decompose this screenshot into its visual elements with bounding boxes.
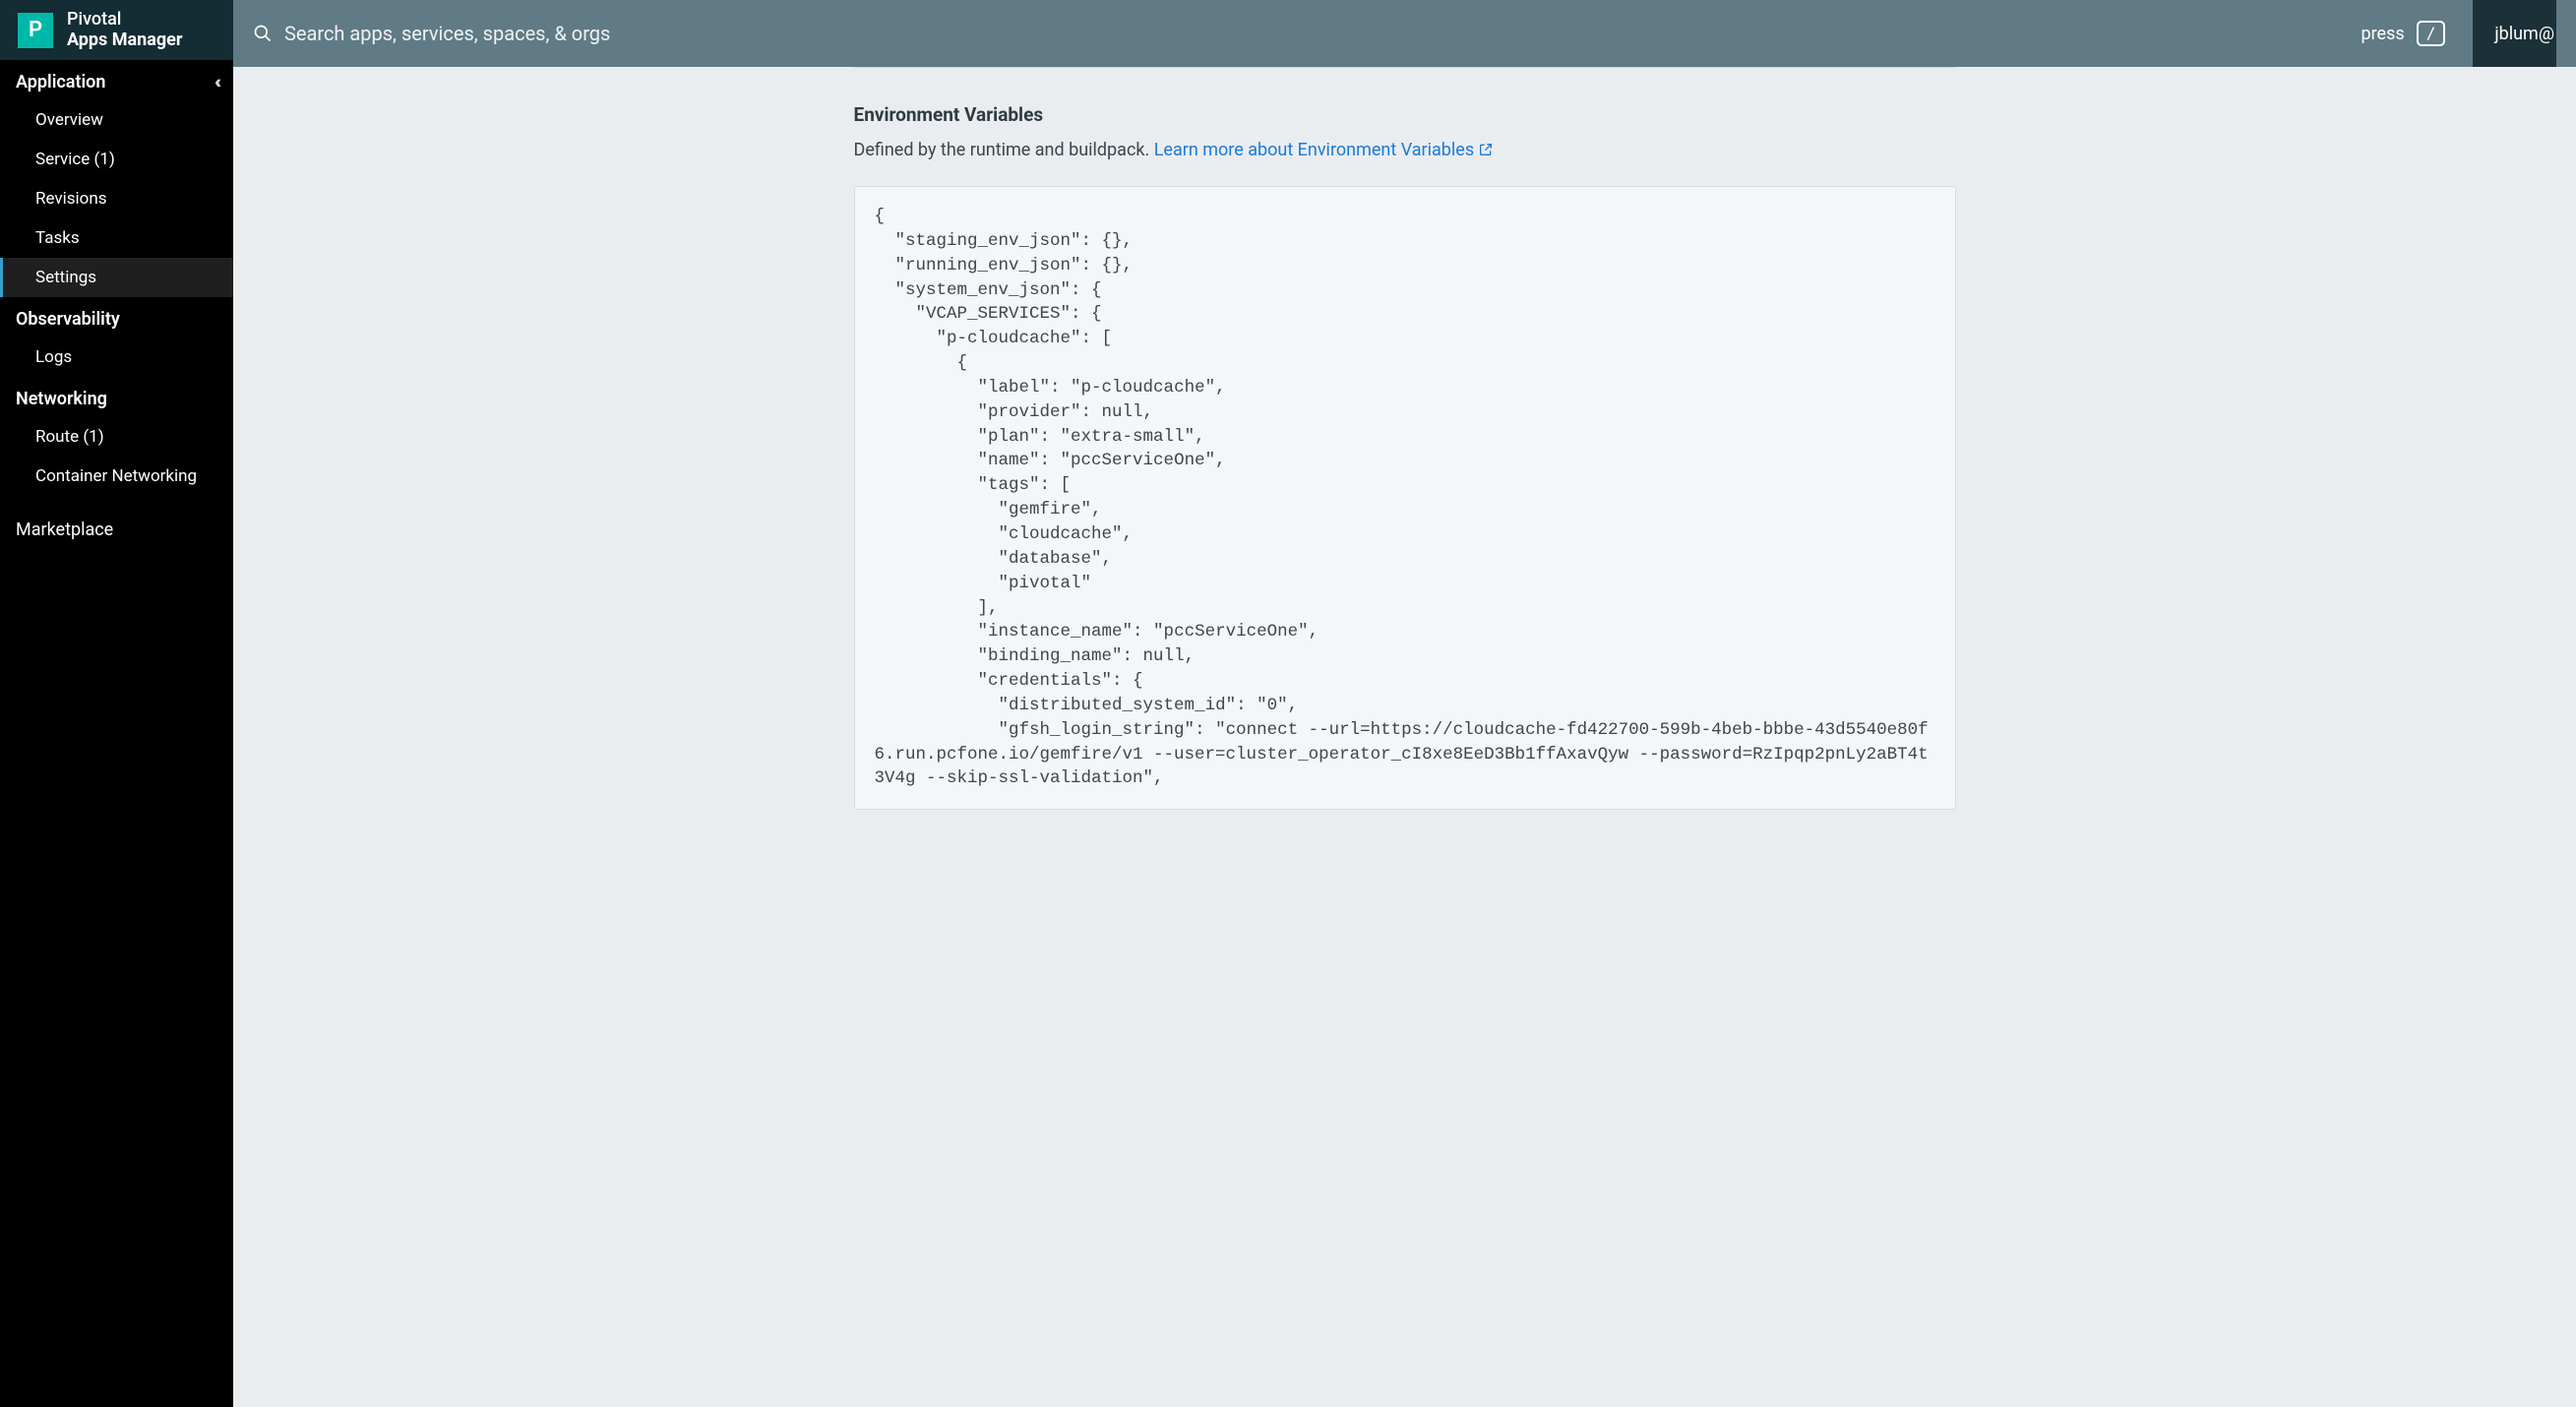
section-title: Environment Variables bbox=[854, 103, 1956, 126]
sidebar-item-service[interactable]: Service (1) bbox=[0, 140, 233, 179]
sidebar-item-overview[interactable]: Overview bbox=[0, 100, 233, 140]
sidebar-item-container-networking[interactable]: Container Networking bbox=[0, 457, 233, 496]
nav-section-observability[interactable]: Observability bbox=[0, 297, 233, 337]
nav-section-label: Observability bbox=[16, 309, 120, 330]
nav-section-application[interactable]: Application ‹‹ bbox=[0, 60, 233, 100]
learn-more-link[interactable]: Learn more about Environment Variables bbox=[1154, 140, 1494, 160]
search-icon bbox=[253, 24, 273, 43]
env-json-panel[interactable]: { "staging_env_json": {}, "running_env_j… bbox=[854, 186, 1956, 810]
sidebar-item-revisions[interactable]: Revisions bbox=[0, 179, 233, 218]
user-menu[interactable]: jblum@ bbox=[2473, 0, 2556, 67]
nav-section-networking[interactable]: Networking bbox=[0, 377, 233, 417]
external-link-icon bbox=[1478, 142, 1494, 162]
subtitle-text: Defined by the runtime and buildpack. bbox=[854, 140, 1154, 160]
content-scroll[interactable]: Environment Variables Defined by the run… bbox=[233, 67, 2576, 1407]
sidebar-item-tasks[interactable]: Tasks bbox=[0, 218, 233, 258]
main-column: Search apps, services, spaces, & orgs pr… bbox=[233, 0, 2576, 1407]
brand-header[interactable]: P Pivotal Apps Manager bbox=[0, 0, 233, 60]
learn-more-text: Learn more about Environment Variables bbox=[1154, 140, 1474, 160]
nav-section-label: Application bbox=[16, 72, 105, 92]
search-placeholder: Search apps, services, spaces, & orgs bbox=[284, 22, 610, 45]
brand-text: Pivotal Apps Manager bbox=[67, 10, 183, 50]
topbar-right: press / bbox=[2361, 21, 2446, 46]
sidebar: P Pivotal Apps Manager Application ‹‹ Ov… bbox=[0, 0, 233, 1407]
search-input[interactable]: Search apps, services, spaces, & orgs bbox=[253, 22, 2348, 45]
sidebar-item-route[interactable]: Route (1) bbox=[0, 417, 233, 457]
sidebar-item-marketplace[interactable]: Marketplace bbox=[0, 508, 233, 548]
brand-line1: Pivotal bbox=[67, 10, 183, 31]
brand-logo: P bbox=[18, 13, 53, 48]
section-divider bbox=[854, 67, 1956, 68]
sidebar-item-logs[interactable]: Logs bbox=[0, 337, 233, 377]
sidebar-item-settings[interactable]: Settings bbox=[0, 258, 233, 297]
kbd-hint: / bbox=[2417, 21, 2446, 46]
press-label: press bbox=[2361, 24, 2405, 44]
brand-line2: Apps Manager bbox=[67, 31, 183, 51]
topbar: Search apps, services, spaces, & orgs pr… bbox=[233, 0, 2576, 67]
collapse-icon[interactable]: ‹‹ bbox=[215, 72, 217, 92]
nav-section-label: Networking bbox=[16, 389, 107, 409]
user-label: jblum@ bbox=[2494, 24, 2554, 44]
section-subtitle: Defined by the runtime and buildpack. Le… bbox=[854, 140, 1956, 162]
